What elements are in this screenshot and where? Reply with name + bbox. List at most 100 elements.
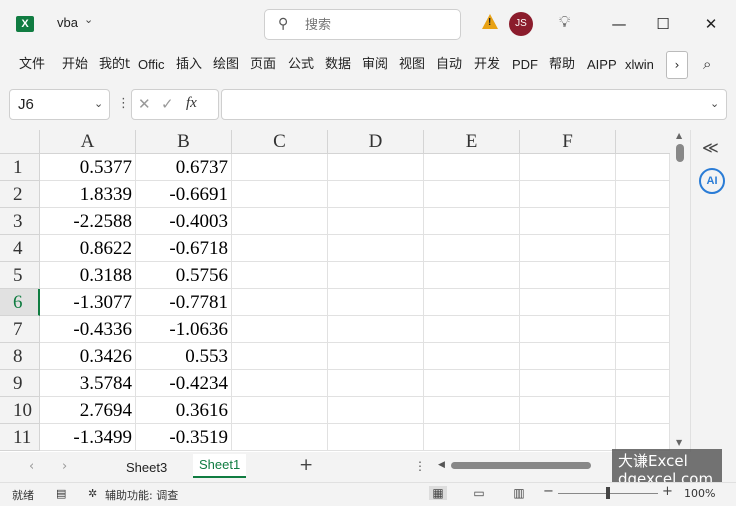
column-header-d[interactable]: D [328,130,424,154]
table-cell[interactable] [424,316,520,343]
table-cell[interactable] [328,154,424,181]
tab-file[interactable]: 文件 [19,56,47,74]
vertical-scrollbar[interactable]: ▲ ▼ [670,130,690,452]
table-cell[interactable] [616,370,670,397]
table-cell[interactable]: -0.4336 [40,316,136,343]
table-cell[interactable] [328,316,424,343]
ribbon-more-button[interactable]: › [666,51,688,79]
table-cell[interactable] [232,235,328,262]
table-cell[interactable] [616,397,670,424]
row-header[interactable]: 10 [0,397,40,424]
table-cell[interactable] [520,397,616,424]
table-cell[interactable]: -0.7781 [136,289,232,316]
zoom-in-button[interactable]: + [662,484,673,499]
table-cell[interactable]: -2.2588 [40,208,136,235]
row-header[interactable]: 8 [0,343,40,370]
column-header-f[interactable]: F [520,130,616,154]
zoom-level[interactable]: 100% [684,487,715,500]
tab-view[interactable]: 视图 [399,56,427,74]
row-header[interactable]: 3 [0,208,40,235]
row-header[interactable]: 7 [0,316,40,343]
share-icon[interactable]: ⌕ [703,55,711,73]
tab-office[interactable]: Offic [138,56,169,74]
table-cell[interactable] [328,289,424,316]
scroll-left-icon[interactable]: ◀ [438,460,445,470]
table-cell[interactable] [520,154,616,181]
table-cell[interactable] [232,154,328,181]
table-cell[interactable] [520,316,616,343]
chevron-down-icon[interactable]: ⌄ [710,97,719,110]
tab-aipp[interactable]: AIPP [587,56,619,74]
table-cell[interactable] [616,343,670,370]
chevron-down-icon[interactable]: ⌄ [94,97,103,110]
spreadsheet-grid[interactable]: A B C D E F G 10.53770.6737 21.8339-0.669… [0,130,670,452]
table-cell[interactable] [328,343,424,370]
table-cell[interactable] [616,262,670,289]
table-cell[interactable]: 0.553 [136,343,232,370]
tab-pdf[interactable]: PDF [512,56,542,74]
table-cell[interactable] [616,181,670,208]
table-cell[interactable]: 0.6737 [136,154,232,181]
table-cell[interactable] [232,208,328,235]
scroll-down-icon[interactable]: ▼ [676,438,682,447]
zoom-slider-thumb[interactable] [606,487,610,499]
tab-data[interactable]: 数据 [325,56,353,74]
warning-icon[interactable]: ! [482,14,498,29]
table-cell[interactable]: 0.5756 [136,262,232,289]
table-cell[interactable]: 0.5377 [40,154,136,181]
table-cell[interactable] [616,316,670,343]
table-cell[interactable] [328,208,424,235]
table-cell[interactable]: 1.8339 [40,181,136,208]
row-header[interactable]: 6 [0,289,40,316]
table-cell[interactable] [232,343,328,370]
select-all-corner[interactable] [0,130,40,154]
table-cell[interactable] [232,370,328,397]
table-cell[interactable]: 0.8622 [40,235,136,262]
next-sheet-icon[interactable]: › [62,459,67,474]
table-cell[interactable]: -0.6691 [136,181,232,208]
tab-draw[interactable]: 绘图 [213,56,241,74]
table-cell[interactable] [520,208,616,235]
table-cell[interactable]: -0.4003 [136,208,232,235]
table-cell[interactable] [520,424,616,451]
table-cell[interactable]: 3.5784 [40,370,136,397]
table-cell[interactable] [232,289,328,316]
minimize-button[interactable]: — [604,10,634,38]
sheet-tab-sheet1[interactable]: Sheet1 [193,454,247,478]
row-header[interactable]: 2 [0,181,40,208]
table-cell[interactable] [616,154,670,181]
scroll-thumb[interactable] [676,144,684,162]
row-header[interactable]: 11 [0,424,40,451]
table-cell[interactable]: -0.4234 [136,370,232,397]
accessibility-icon[interactable]: ✲ [88,487,97,500]
macro-record-icon[interactable]: ▤ [56,487,66,500]
table-cell[interactable]: -1.3499 [40,424,136,451]
enter-icon[interactable]: ✓ [161,95,174,113]
tab-help[interactable]: 帮助 [549,56,577,74]
tab-review[interactable]: 审阅 [362,56,390,74]
sheet-tab-sheet3[interactable]: Sheet3 [126,458,167,478]
table-cell[interactable] [616,235,670,262]
status-accessibility[interactable]: 辅助功能: 调查 [105,487,178,503]
formula-input[interactable] [221,89,727,120]
table-cell[interactable] [328,397,424,424]
table-cell[interactable] [328,424,424,451]
fx-icon[interactable]: fx [186,95,197,112]
table-cell[interactable] [424,154,520,181]
table-cell[interactable]: 0.3426 [40,343,136,370]
row-header[interactable]: 1 [0,154,40,181]
table-cell[interactable] [232,397,328,424]
tab-automate[interactable]: 自动 [436,56,466,74]
tab-formulas[interactable]: 公式 [288,56,316,74]
table-cell[interactable] [328,181,424,208]
normal-view-icon[interactable]: ▦ [429,486,447,500]
tab-insert[interactable]: 插入 [176,56,204,74]
table-cell[interactable]: 2.7694 [40,397,136,424]
column-header-a[interactable]: A [40,130,136,154]
table-cell[interactable]: -1.0636 [136,316,232,343]
tab-page-layout[interactable]: 页面 [250,56,280,74]
table-cell[interactable]: 0.3616 [136,397,232,424]
scroll-up-icon[interactable]: ▲ [676,131,682,140]
column-header-b[interactable]: B [136,130,232,154]
row-header[interactable]: 9 [0,370,40,397]
